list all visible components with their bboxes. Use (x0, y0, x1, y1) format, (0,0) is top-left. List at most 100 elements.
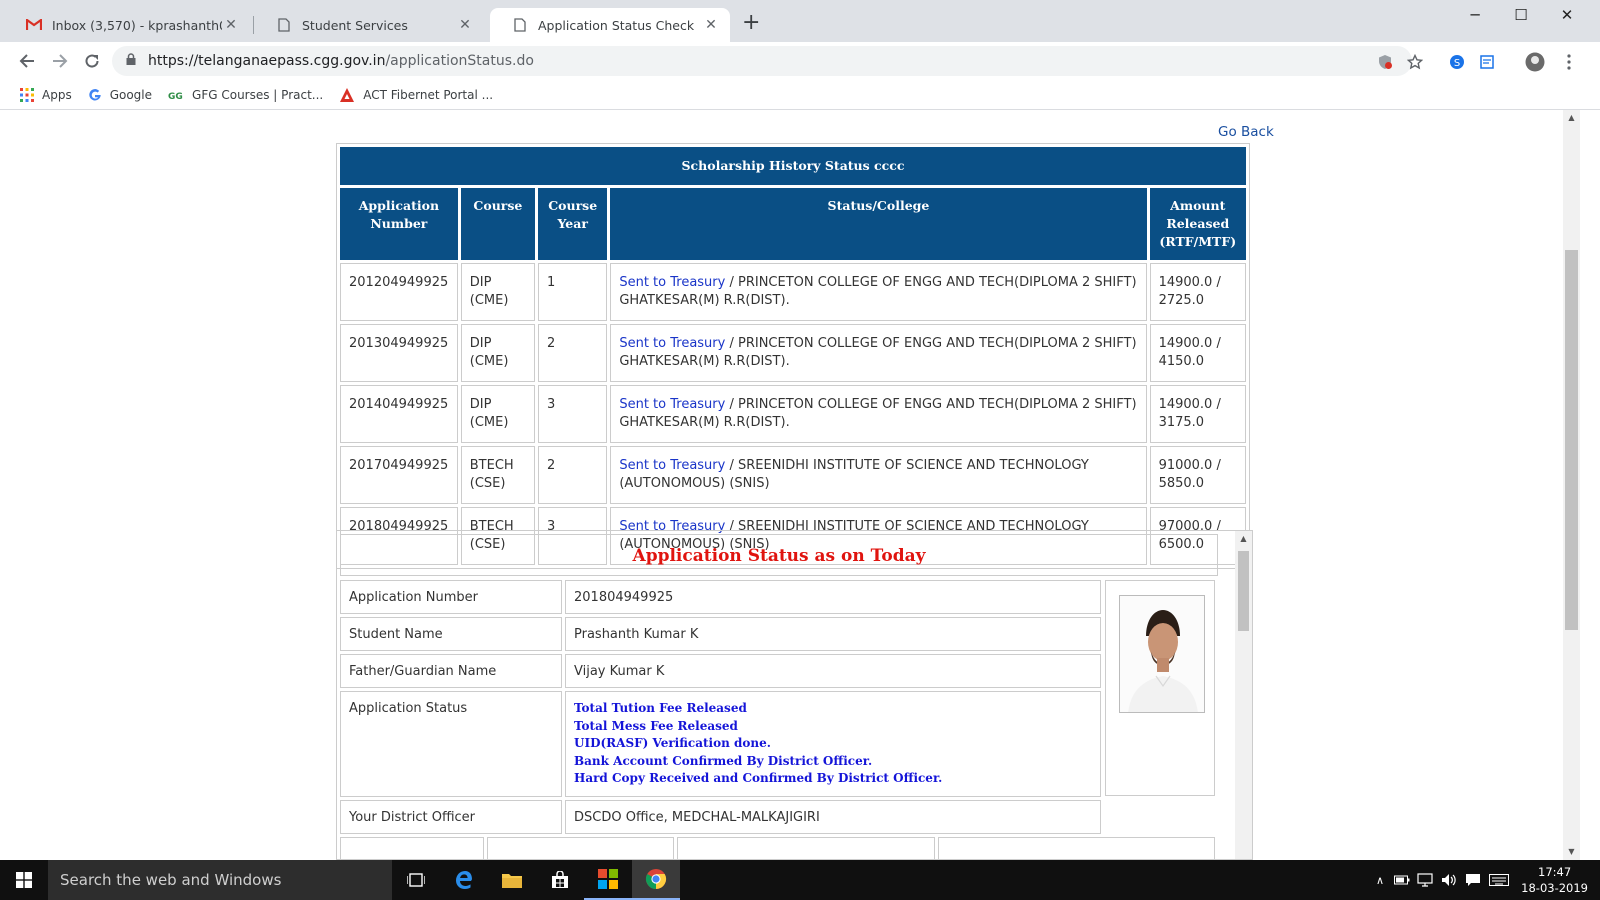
bookmark-act[interactable]: ACT Fibernet Portal ... (339, 87, 493, 103)
tab-strip: Inbox (3,570) - kprashanth047@g ✕ Studen… (0, 0, 1600, 42)
sent-to-treasury-link[interactable]: Sent to Treasury (619, 458, 725, 473)
close-window-icon[interactable]: ✕ (1544, 0, 1590, 30)
avatar[interactable] (1524, 51, 1546, 73)
edge-browser-icon[interactable] (440, 860, 488, 900)
col-header-course: Course (460, 188, 536, 260)
label-district-officer: Your District Officer (340, 800, 562, 834)
close-tab-icon[interactable]: ✕ (702, 17, 720, 33)
cell-status-college: Sent to Treasury / PRINCETON COLLEGE OF … (610, 385, 1147, 443)
google-icon (88, 88, 102, 102)
address-bar[interactable]: https://telanganaepass.cgg.gov.in/applic… (112, 46, 1412, 76)
cell-course: DIP (CME) (460, 263, 536, 321)
scroll-down-icon[interactable]: ▼ (1563, 844, 1580, 860)
new-tab-button[interactable]: + (742, 12, 760, 34)
history-caption: Scholarship History Status cccc (340, 147, 1246, 185)
scroll-up-icon[interactable]: ▲ (1563, 110, 1580, 126)
tab-title: Student Services (302, 17, 408, 33)
go-back-link[interactable]: Go Back (1218, 124, 1274, 140)
current-status-panel[interactable]: Application Status as on Today Applicati… (336, 530, 1253, 860)
minimize-icon[interactable]: ─ (1452, 0, 1498, 30)
page-scrollbar[interactable]: ▲ ▼ (1563, 110, 1580, 860)
taskbar-search-input[interactable]: Search the web and Windows (48, 860, 392, 900)
col-header-course-year: Course Year (538, 188, 608, 260)
sent-to-treasury-link[interactable]: Sent to Treasury (619, 275, 725, 290)
blocked-content-icon[interactable] (1374, 51, 1396, 73)
bookmark-apps[interactable]: Apps (20, 87, 72, 102)
cell-amount: 91000.0 / 5850.0 (1149, 446, 1246, 504)
cell-course-year: 2 (538, 446, 608, 504)
clock-date: 18-03-2019 (1521, 881, 1588, 895)
svg-text:GG: GG (168, 92, 183, 101)
bookmark-label: Google (109, 87, 153, 102)
act-icon (339, 87, 355, 103)
tab-application-status[interactable]: Application Status Check ✕ (490, 8, 730, 42)
cell-course: DIP (CME) (460, 385, 536, 443)
page-icon (512, 18, 528, 32)
amount-rtf: 91000.0 / (1158, 458, 1221, 473)
windows-start-icon[interactable] (0, 860, 48, 900)
store-icon[interactable] (536, 860, 584, 900)
reload-icon[interactable] (79, 48, 105, 74)
url-host: https://telanganaepass.cgg.gov.in (148, 53, 386, 69)
value-application-number: 201804949925 (565, 580, 1101, 614)
cell-amount: 14900.0 / 4150.0 (1149, 324, 1246, 382)
extension-notes-icon[interactable] (1476, 51, 1498, 73)
table-cell (487, 837, 674, 859)
cell-status-college: Sent to Treasury / PRINCETON COLLEGE OF … (610, 263, 1147, 321)
menu-kebab-icon[interactable] (1558, 51, 1580, 73)
action-center-icon[interactable] (1462, 860, 1484, 900)
network-icon[interactable] (1414, 860, 1436, 900)
system-clock[interactable]: 17:47 18-03-2019 (1521, 864, 1588, 896)
current-status-title: Application Status as on Today (340, 534, 1218, 576)
status-line: Bank Account Confirmed By District Offic… (574, 753, 873, 768)
amount-rtf: 14900.0 / (1158, 275, 1221, 290)
amount-mtf: 2725.0 (1158, 293, 1205, 308)
close-tab-icon[interactable]: ✕ (222, 17, 240, 33)
bookmark-label: Apps (42, 87, 72, 102)
panel-scroll-thumb[interactable] (1238, 551, 1249, 631)
extension-s-icon[interactable]: S (1446, 51, 1468, 73)
clock-time: 17:47 (1538, 865, 1572, 879)
tab-gmail[interactable]: Inbox (3,570) - kprashanth047@g ✕ (4, 8, 250, 42)
cell-amount: 14900.0 / 3175.0 (1149, 385, 1246, 443)
col-header-amount-released: Amount Released (RTF/MTF) (1149, 188, 1246, 260)
page-scroll-thumb[interactable] (1565, 250, 1578, 630)
chrome-browser-icon[interactable] (632, 860, 680, 900)
back-arrow-icon[interactable] (14, 48, 40, 74)
forward-arrow-icon[interactable] (47, 48, 73, 74)
tab-title: Inbox (3,570) - kprashanth047@g (52, 17, 222, 33)
office-app-icon[interactable] (584, 860, 632, 900)
table-cell (677, 837, 935, 859)
status-line: Hard Copy Received and Confirmed By Dist… (574, 771, 943, 785)
cell-course-year: 1 (538, 263, 608, 321)
label-application-number: Application Number (340, 580, 562, 614)
cell-application-number: 201204949925 (340, 263, 458, 321)
task-view-icon[interactable] (392, 860, 440, 900)
table-row: 201304949925 DIP (CME) 2 Sent to Treasur… (340, 324, 1246, 382)
file-explorer-icon[interactable] (488, 860, 536, 900)
cell-application-number: 201704949925 (340, 446, 458, 504)
sent-to-treasury-link[interactable]: Sent to Treasury (619, 397, 725, 412)
search-placeholder: Search the web and Windows (60, 871, 282, 889)
star-icon[interactable] (1404, 51, 1426, 73)
col-header-application-number: Application Number (340, 188, 458, 260)
page-icon (276, 18, 292, 32)
lock-icon (126, 53, 136, 69)
show-hidden-icons[interactable]: ∧ (1370, 860, 1390, 900)
scroll-up-icon[interactable]: ▲ (1235, 531, 1252, 547)
sent-to-treasury-link[interactable]: Sent to Treasury (619, 336, 725, 351)
table-row: 201404949925 DIP (CME) 3 Sent to Treasur… (340, 385, 1246, 443)
table-row: 201204949925 DIP (CME) 1 Sent to Treasur… (340, 263, 1246, 321)
close-tab-icon[interactable]: ✕ (456, 17, 474, 33)
student-photo-frame (1105, 580, 1215, 796)
bookmark-gfg[interactable]: GG GFG Courses | Pract... (168, 88, 323, 102)
cell-course: BTECH (CSE) (460, 446, 536, 504)
volume-icon[interactable] (1438, 860, 1460, 900)
tab-student-services[interactable]: Student Services ✕ (254, 8, 484, 42)
battery-icon[interactable] (1392, 860, 1412, 900)
bookmark-google[interactable]: Google (88, 88, 152, 102)
keyboard-icon[interactable] (1486, 860, 1512, 900)
amount-mtf: 5850.0 (1158, 476, 1205, 491)
maximize-icon[interactable]: ☐ (1498, 0, 1544, 30)
panel-scrollbar[interactable]: ▲ (1235, 531, 1252, 859)
